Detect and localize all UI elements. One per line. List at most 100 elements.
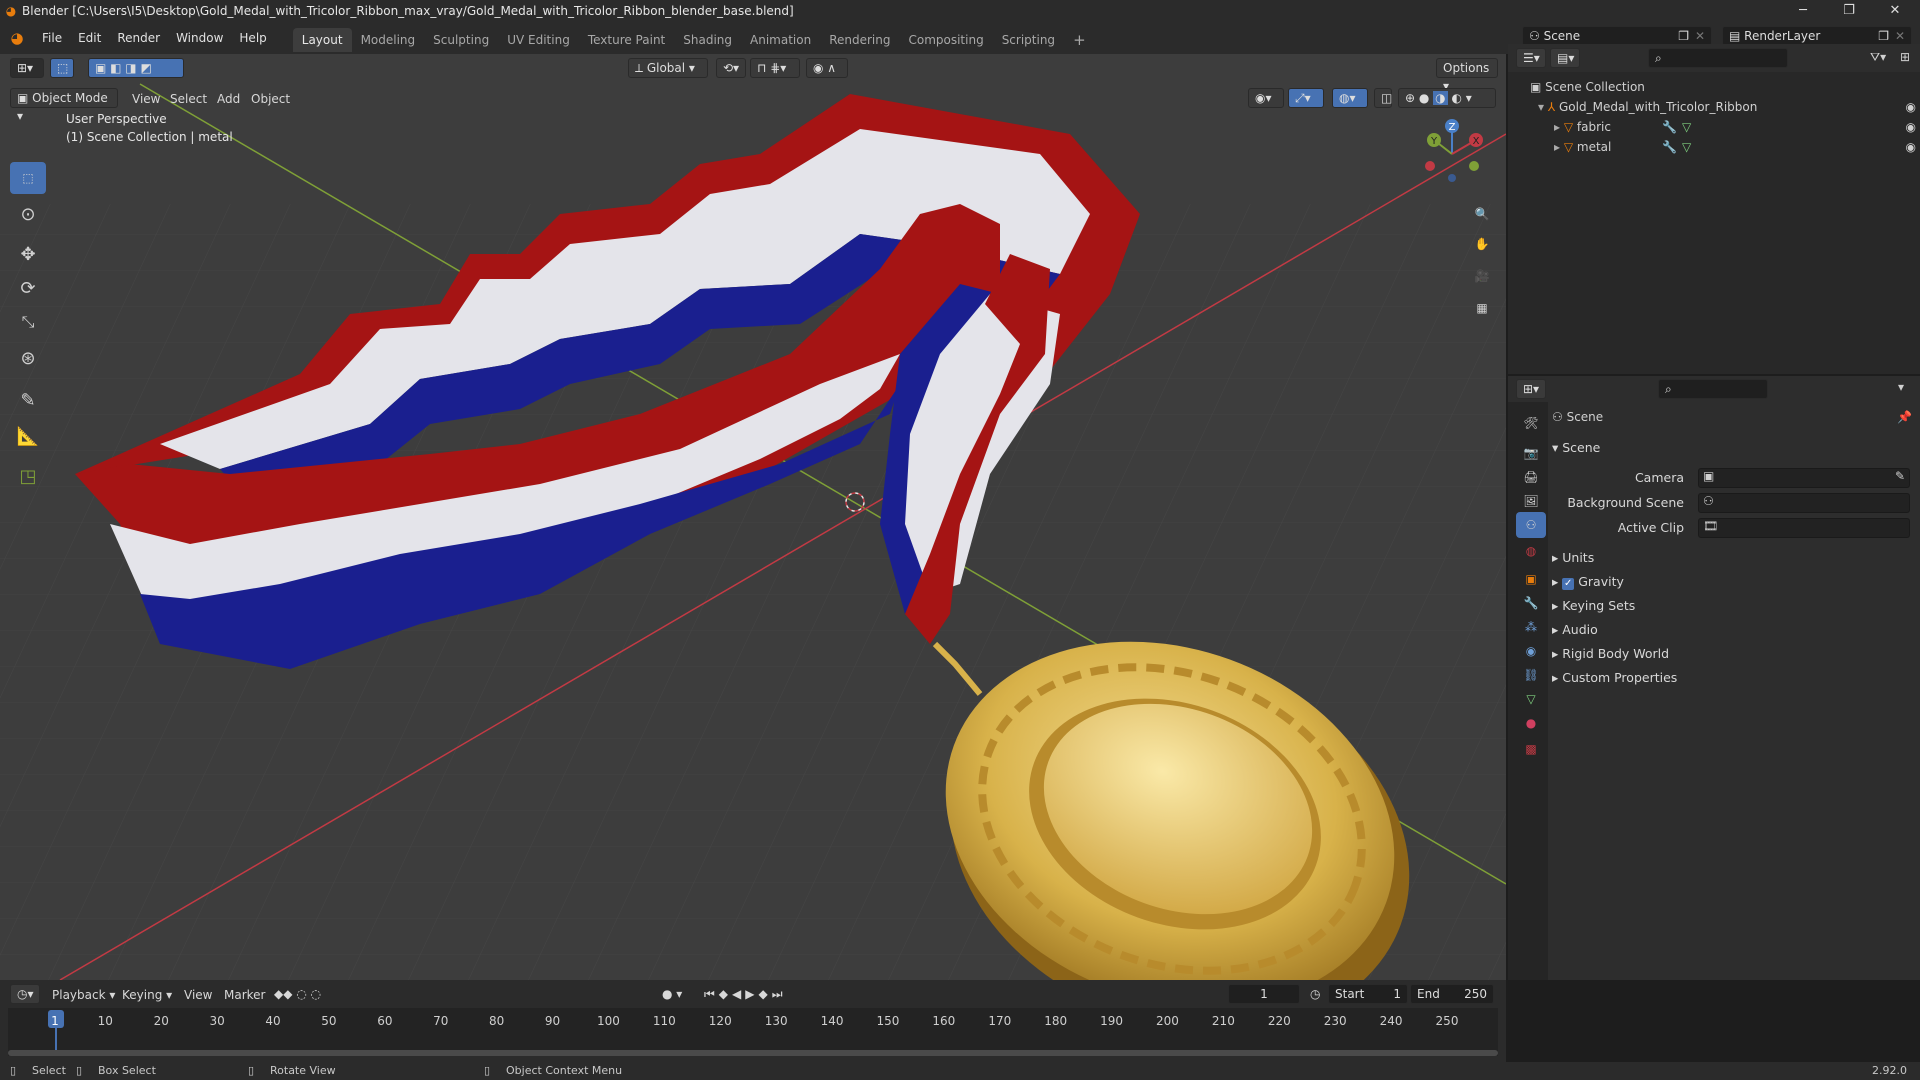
gizmo-toggle-icon[interactable]: ⤢▾ [1288,88,1324,108]
texture-properties-icon[interactable]: ▩ [1516,736,1546,762]
panel-rigid-body-world[interactable]: ▸ Rigid Body World [1552,646,1669,661]
tool-settings-icon[interactable]: 🛠 [1516,410,1546,436]
outliner-row-metal[interactable]: ▸ ▽ metal 🔧 ▽ ◉ [1554,140,1918,154]
3d-viewport[interactable]: ⊞▾ ⬚ ▣ ◧ ◨ ◩ ⟂ Global ▾ ⟲▾ ⊓ ⋕▾ ◉ ∧ Opti… [0,54,1506,980]
pivot-point-icon[interactable]: ⟲▾ [716,58,746,78]
pan-hand-icon[interactable]: ✋ [1468,230,1496,258]
camera-view-icon[interactable]: 🎥 [1468,262,1496,290]
zoom-icon[interactable]: 🔍 [1468,200,1496,228]
particles-properties-icon[interactable]: ⁂ [1516,614,1546,640]
object-properties-icon[interactable]: ▣ [1516,566,1546,592]
outliner-row-collection[interactable]: ▾ ⅄ Gold_Medal_with_Tricolor_Ribbon ◉ [1538,100,1918,114]
new-view-layer-icon[interactable]: ❐ [1878,27,1889,45]
start-frame-field[interactable]: Start 1 [1328,984,1408,1004]
display-mode-icon[interactable]: ▤▾ [1550,48,1580,68]
tab-texture-paint[interactable]: Texture Paint [579,28,674,52]
tab-uv-editing[interactable]: UV Editing [498,28,579,52]
close-icon[interactable]: ✕ [1872,0,1918,22]
properties-options-icon[interactable]: ▾ [1898,380,1904,394]
viewport-menu-object[interactable]: Object [251,92,290,106]
navigation-gizmo[interactable]: Z Y X [1412,114,1492,194]
shading-mode-buttons[interactable]: ⊕ ● ◑ ◐ ▾ [1398,88,1496,108]
panel-keying-sets[interactable]: ▸ Keying Sets [1552,598,1635,613]
end-frame-field[interactable]: End 250 [1410,984,1494,1004]
menu-help[interactable]: Help [231,22,274,54]
properties-editor-type-icon[interactable]: ⊞▾ [1516,379,1546,399]
annotate-tool-icon[interactable]: ✎ [10,384,46,416]
remove-scene-icon[interactable]: ✕ [1695,27,1705,45]
timeline-menu-playback[interactable]: Playback ▾ [52,988,115,1002]
record-icon[interactable]: ● ▾ [662,987,682,1001]
visibility-eye-icon[interactable]: ◉ [1906,120,1916,134]
viewport-menu-add[interactable]: Add [217,92,240,106]
outliner-root[interactable]: ▣ Scene Collection [1530,80,1645,94]
menu-edit[interactable]: Edit [70,22,109,54]
proportional-editing-icon[interactable]: ◉ ∧ [806,58,848,78]
tab-layout[interactable]: Layout [292,28,352,52]
mesh-data-icon[interactable]: ▽ [1682,140,1691,154]
timeline-menu-marker[interactable]: Marker [224,988,265,1002]
transform-tool-icon[interactable]: ⊛ [10,342,46,374]
outliner-search-input[interactable]: ⌕ [1648,48,1788,68]
rotate-tool-icon[interactable]: ⟳ [10,272,46,304]
mode-dropdown[interactable]: ▣ Object Mode ▾ [10,88,118,123]
background-scene-field[interactable]: ⚇ [1698,493,1910,513]
modifier-properties-icon[interactable]: 🔧 [1516,590,1546,616]
modifier-wrench-icon[interactable]: 🔧 [1662,140,1677,154]
visibility-eye-icon[interactable]: ◉ [1906,140,1916,154]
new-collection-icon[interactable]: ⊞ [1900,50,1910,64]
select-box-modes[interactable]: ▣ ◧ ◨ ◩ [88,58,184,78]
scene-selector[interactable]: ⚇ Scene ❐ ✕ [1522,26,1712,46]
perspective-toggle-icon[interactable]: ▦ [1468,294,1496,322]
expand-icon[interactable]: ▸ [1554,140,1564,154]
viewport-menu-view[interactable]: View [132,92,160,106]
blender-menu-icon[interactable]: ◕ [0,29,34,47]
view-layer-selector[interactable]: ▤ RenderLayer ❐ ✕ [1722,26,1912,46]
mesh-data-icon[interactable]: ▽ [1682,120,1691,134]
menu-window[interactable]: Window [168,22,231,54]
visibility-eye-icon[interactable]: ◉ [1906,100,1916,114]
axis-gizmo-icon[interactable]: Z Y X [1412,114,1492,194]
preview-range-icon[interactable]: ◷ [1310,987,1320,1001]
visibility-eye-icon[interactable]: ◉▾ [1248,88,1284,108]
keyframe-nav-icons[interactable]: ◆◆ ◌ ◌ [274,987,321,1001]
timeline-menu-view[interactable]: View [184,988,212,1002]
add-cube-tool-icon[interactable]: ◳ [10,460,46,492]
timeline-menu-keying[interactable]: Keying ▾ [122,988,172,1002]
maximize-icon[interactable]: ❐ [1826,0,1872,22]
measure-tool-icon[interactable]: 📐 [10,420,46,452]
add-workspace-icon[interactable]: + [1064,28,1095,52]
timeline-scrollbar[interactable] [8,1050,1498,1056]
modifier-wrench-icon[interactable]: 🔧 [1662,120,1677,134]
panel-gravity[interactable]: ▸ ✓ Gravity [1552,574,1624,590]
panel-scene-header[interactable]: ▾ Scene [1552,440,1600,455]
expand-collapse-icon[interactable]: ▾ [1538,100,1548,114]
world-properties-icon[interactable]: ◍ [1516,538,1546,564]
data-properties-icon[interactable]: ▽ [1516,686,1546,712]
select-mode-icon[interactable]: ⬚ [50,58,74,78]
current-frame-field[interactable]: 1 [1228,984,1300,1004]
tab-sculpting[interactable]: Sculpting [424,28,498,52]
tab-modeling[interactable]: Modeling [352,28,425,52]
tab-scripting[interactable]: Scripting [993,28,1064,52]
xray-icon[interactable]: ◫ [1374,88,1392,108]
minimize-icon[interactable]: ─ [1780,0,1826,22]
gravity-checkbox[interactable]: ✓ [1562,578,1575,590]
cursor-tool-icon[interactable]: ⊙ [10,198,46,230]
select-tool-icon[interactable]: ⬚ [10,162,46,194]
playback-controls-icons[interactable]: ⏮◆◀▶◆⏭ [704,987,787,1002]
remove-view-layer-icon[interactable]: ✕ [1895,27,1905,45]
editor-type-icon[interactable]: ⊞▾ [10,58,44,78]
options-dropdown[interactable]: Options ▾ [1436,58,1498,93]
tab-animation[interactable]: Animation [741,28,820,52]
tab-rendering[interactable]: Rendering [820,28,899,52]
panel-custom-properties[interactable]: ▸ Custom Properties [1552,670,1677,685]
snap-icon[interactable]: ⊓ ⋕▾ [750,58,800,78]
new-scene-icon[interactable]: ❐ [1678,27,1689,45]
material-properties-icon[interactable]: ● [1516,710,1546,736]
tab-compositing[interactable]: Compositing [899,28,992,52]
overlays-icon[interactable]: ◍▾ [1332,88,1368,108]
expand-icon[interactable]: ▸ [1554,120,1564,134]
filter-icon[interactable]: ⛛▾ [1870,50,1886,65]
outliner-editor-type-icon[interactable]: ☰▾ [1516,48,1546,68]
